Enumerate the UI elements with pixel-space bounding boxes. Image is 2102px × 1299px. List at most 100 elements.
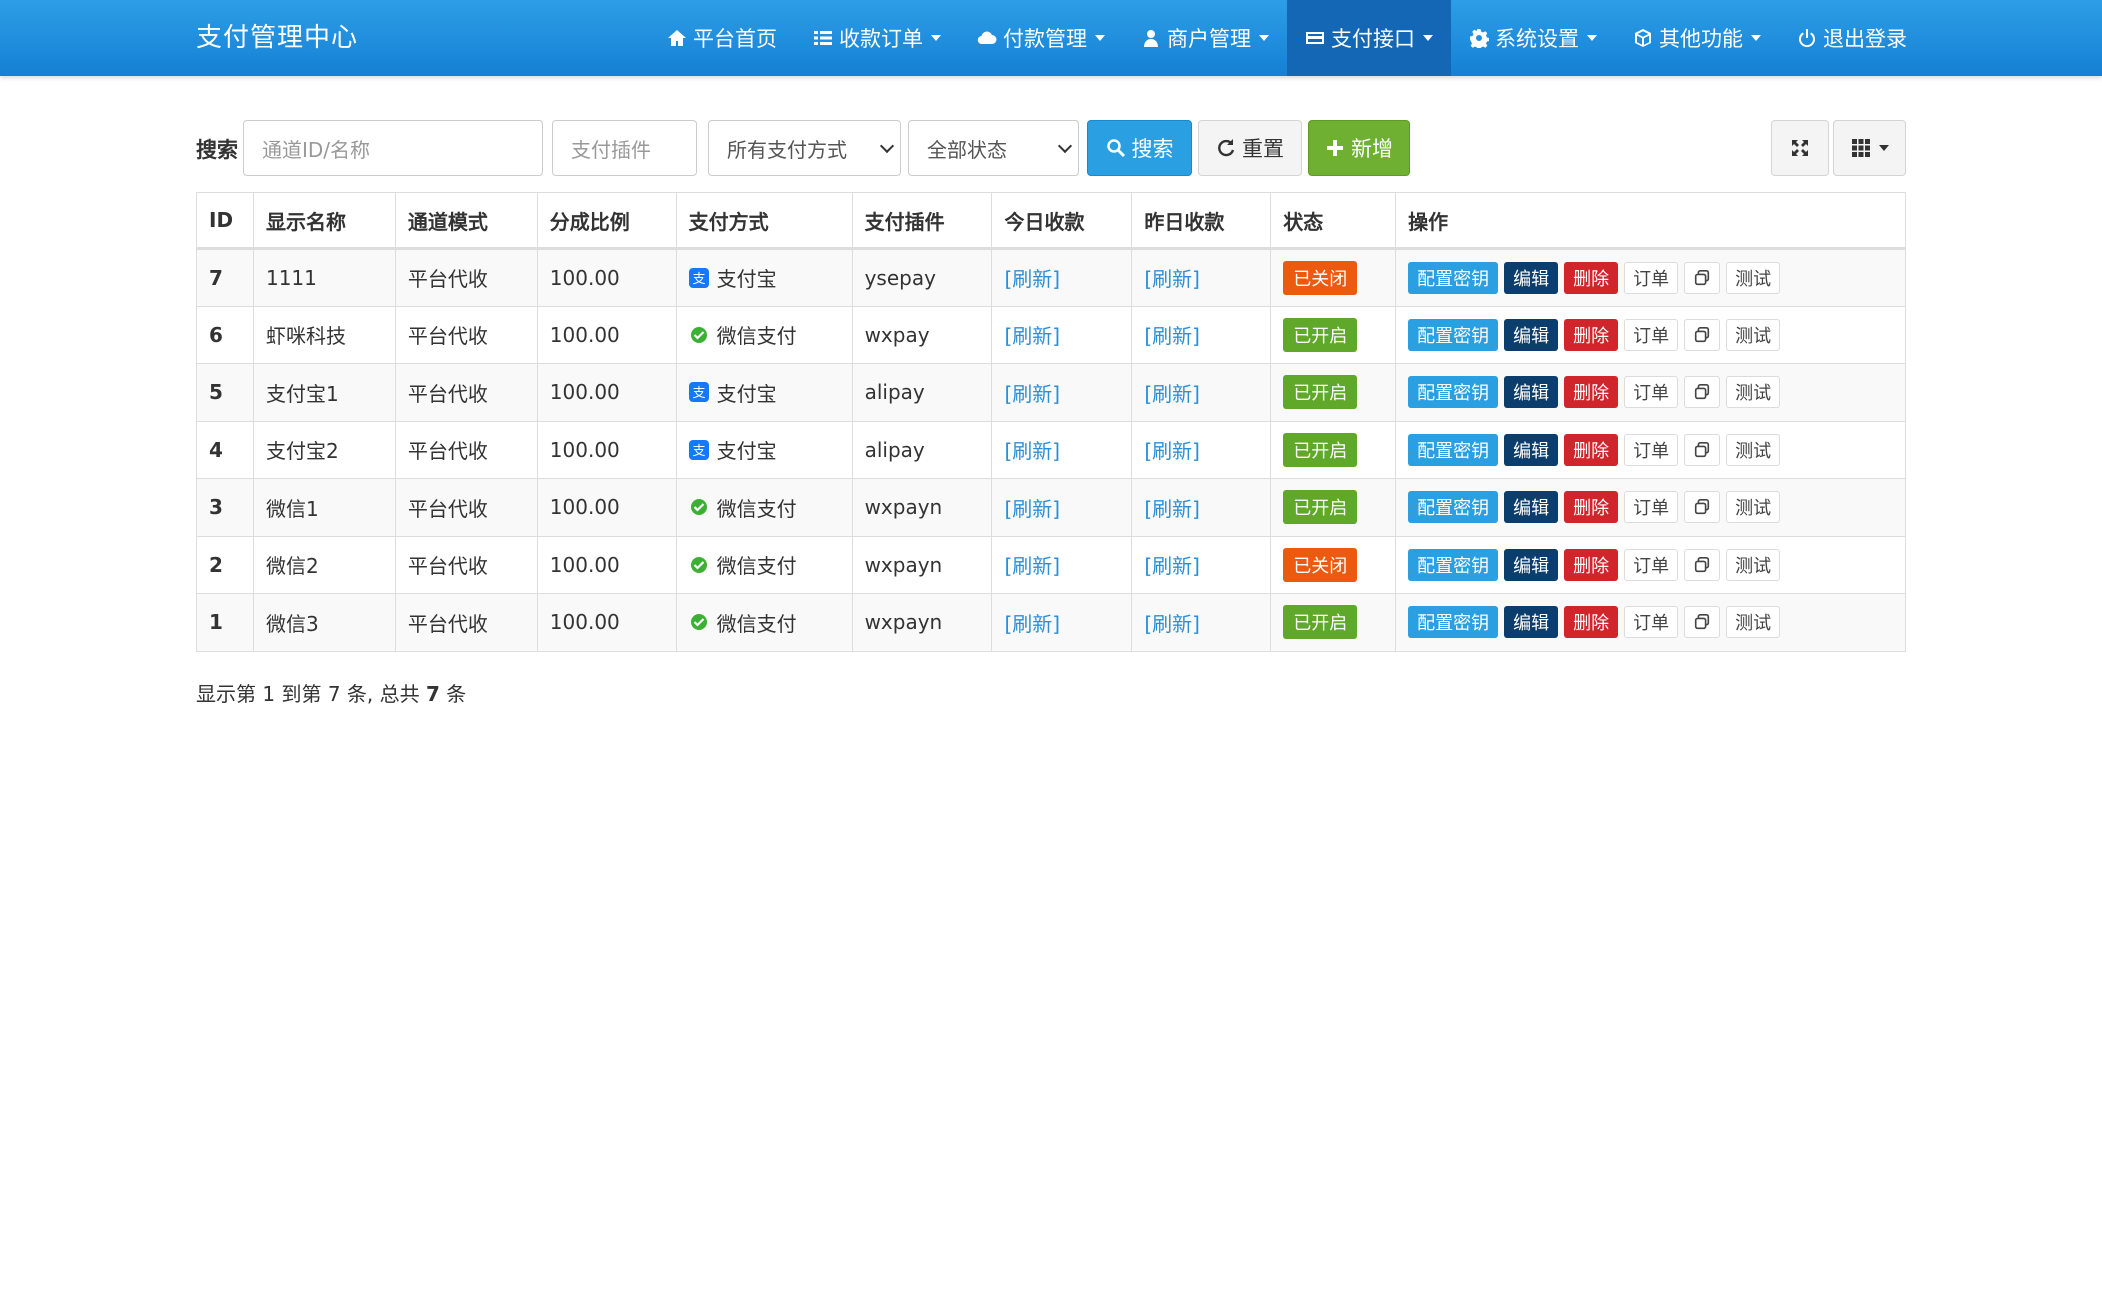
channel-search-input[interactable]: 通道ID/名称 bbox=[243, 120, 543, 176]
status-badge[interactable]: 已开启 bbox=[1283, 375, 1358, 410]
config-key-button[interactable]: 配置密钥 bbox=[1408, 433, 1499, 466]
nav-merchant[interactable]: 商户管理 bbox=[1123, 0, 1287, 76]
status-badge[interactable]: 已开启 bbox=[1283, 432, 1358, 467]
nav-home-label: 平台首页 bbox=[693, 27, 777, 51]
test-button[interactable]: 测试 bbox=[1726, 261, 1781, 294]
config-key-button[interactable]: 配置密钥 bbox=[1408, 318, 1499, 351]
reset-button[interactable]: 重置 bbox=[1198, 120, 1302, 176]
refresh-yesterday-link[interactable]: [刷新] bbox=[1144, 612, 1200, 636]
column-header[interactable]: 操作 bbox=[1395, 192, 1906, 250]
orders-button[interactable]: 订单 bbox=[1624, 491, 1679, 524]
columns-toggle-button[interactable] bbox=[1833, 120, 1906, 176]
orders-button[interactable]: 订单 bbox=[1624, 606, 1679, 639]
delete-button[interactable]: 删除 bbox=[1564, 548, 1619, 581]
list-icon bbox=[814, 31, 832, 45]
refresh-yesterday-link[interactable]: [刷新] bbox=[1144, 267, 1200, 291]
nav-pay-interface[interactable]: 支付接口 bbox=[1287, 0, 1451, 76]
column-header[interactable]: 通道模式 bbox=[394, 192, 538, 250]
paytype-label: 支付宝 bbox=[716, 267, 777, 291]
test-button[interactable]: 测试 bbox=[1726, 318, 1781, 351]
delete-button[interactable]: 删除 bbox=[1564, 261, 1619, 294]
status-badge[interactable]: 已开启 bbox=[1283, 490, 1358, 525]
orders-button[interactable]: 订单 bbox=[1624, 433, 1679, 466]
nav-other[interactable]: 其他功能 bbox=[1615, 0, 1779, 76]
delete-button[interactable]: 删除 bbox=[1564, 318, 1619, 351]
status-badge[interactable]: 已开启 bbox=[1283, 605, 1358, 640]
test-button[interactable]: 测试 bbox=[1726, 548, 1781, 581]
refresh-today-link[interactable]: [刷新] bbox=[1004, 497, 1060, 521]
refresh-yesterday-link[interactable]: [刷新] bbox=[1144, 324, 1200, 348]
refresh-yesterday-link[interactable]: [刷新] bbox=[1144, 439, 1200, 463]
alipay-icon: 支 bbox=[688, 382, 709, 402]
config-key-button[interactable]: 配置密钥 bbox=[1408, 606, 1499, 639]
edit-button[interactable]: 编辑 bbox=[1504, 261, 1559, 294]
delete-button[interactable]: 删除 bbox=[1564, 376, 1619, 409]
status-badge[interactable]: 已关闭 bbox=[1283, 260, 1358, 295]
status-badge[interactable]: 已关闭 bbox=[1283, 547, 1358, 582]
edit-button[interactable]: 编辑 bbox=[1504, 606, 1559, 639]
chevron-down-icon bbox=[1095, 35, 1105, 41]
pagination-mid1: 到第 bbox=[281, 682, 322, 706]
config-key-button[interactable]: 配置密钥 bbox=[1408, 491, 1499, 524]
refresh-yesterday-link[interactable]: [刷新] bbox=[1144, 554, 1200, 578]
column-header[interactable]: 今日收款 bbox=[991, 192, 1133, 250]
nav-receive-orders[interactable]: 收款订单 bbox=[795, 0, 959, 76]
test-button[interactable]: 测试 bbox=[1726, 606, 1781, 639]
orders-button[interactable]: 订单 bbox=[1624, 261, 1679, 294]
plugin-search-input[interactable]: 支付插件 bbox=[552, 120, 697, 176]
copy-button[interactable] bbox=[1684, 491, 1721, 524]
edit-button[interactable]: 编辑 bbox=[1504, 433, 1559, 466]
test-button[interactable]: 测试 bbox=[1726, 376, 1781, 409]
column-header[interactable]: 分成比例 bbox=[536, 192, 677, 250]
nav-settings[interactable]: 系统设置 bbox=[1451, 0, 1615, 76]
edit-button[interactable]: 编辑 bbox=[1504, 491, 1559, 524]
refresh-yesterday-link[interactable]: [刷新] bbox=[1144, 497, 1200, 521]
test-button[interactable]: 测试 bbox=[1726, 491, 1781, 524]
copy-button[interactable] bbox=[1684, 433, 1721, 466]
refresh-yesterday-link[interactable]: [刷新] bbox=[1144, 382, 1200, 406]
brand-title[interactable]: 支付管理中心 bbox=[196, 0, 358, 76]
copy-button[interactable] bbox=[1684, 548, 1721, 581]
delete-button[interactable]: 删除 bbox=[1564, 433, 1619, 466]
refresh-today-link[interactable]: [刷新] bbox=[1004, 267, 1060, 291]
test-button[interactable]: 测试 bbox=[1726, 433, 1781, 466]
edit-button[interactable]: 编辑 bbox=[1504, 376, 1559, 409]
copy-button[interactable] bbox=[1684, 318, 1721, 351]
column-header[interactable]: 昨日收款 bbox=[1131, 192, 1272, 250]
config-key-button[interactable]: 配置密钥 bbox=[1408, 261, 1499, 294]
nav-payout[interactable]: 付款管理 bbox=[959, 0, 1123, 76]
column-header[interactable]: 状态 bbox=[1270, 192, 1397, 250]
delete-button[interactable]: 删除 bbox=[1564, 491, 1619, 524]
nav-home[interactable]: 平台首页 bbox=[649, 0, 795, 76]
column-header[interactable]: 支付插件 bbox=[851, 192, 993, 250]
refresh-today-link[interactable]: [刷新] bbox=[1004, 382, 1060, 406]
status-badge[interactable]: 已开启 bbox=[1283, 317, 1358, 352]
copy-button[interactable] bbox=[1684, 376, 1721, 409]
paytype-select[interactable]: 所有支付方式 bbox=[708, 120, 901, 176]
wechat-pay-icon bbox=[689, 325, 709, 345]
orders-button[interactable]: 订单 bbox=[1624, 318, 1679, 351]
refresh-today-link[interactable]: [刷新] bbox=[1004, 439, 1060, 463]
config-key-button[interactable]: 配置密钥 bbox=[1408, 376, 1499, 409]
column-header[interactable]: 显示名称 bbox=[252, 192, 396, 250]
orders-button[interactable]: 订单 bbox=[1624, 376, 1679, 409]
copy-button[interactable] bbox=[1684, 606, 1721, 639]
refresh-today-link[interactable]: [刷新] bbox=[1004, 612, 1060, 636]
copy-button[interactable] bbox=[1684, 261, 1721, 294]
edit-button[interactable]: 编辑 bbox=[1504, 318, 1559, 351]
edit-button[interactable]: 编辑 bbox=[1504, 548, 1559, 581]
status-select[interactable]: 全部状态 bbox=[908, 120, 1079, 176]
cell-ratio: 100.00 bbox=[536, 363, 677, 422]
fullscreen-button[interactable] bbox=[1771, 120, 1829, 176]
refresh-today-link[interactable]: [刷新] bbox=[1004, 554, 1060, 578]
config-key-button[interactable]: 配置密钥 bbox=[1408, 548, 1499, 581]
refresh-today-link[interactable]: [刷新] bbox=[1004, 324, 1060, 348]
add-button[interactable]: 新增 bbox=[1308, 120, 1410, 176]
paytype: 微信支付 bbox=[689, 608, 797, 637]
nav-logout[interactable]: 退出登录 bbox=[1779, 0, 1925, 76]
search-button[interactable]: 搜索 bbox=[1087, 120, 1192, 176]
column-header[interactable]: 支付方式 bbox=[675, 192, 853, 250]
delete-button[interactable]: 删除 bbox=[1564, 606, 1619, 639]
orders-button[interactable]: 订单 bbox=[1624, 548, 1679, 581]
column-header[interactable]: ID bbox=[196, 192, 254, 250]
